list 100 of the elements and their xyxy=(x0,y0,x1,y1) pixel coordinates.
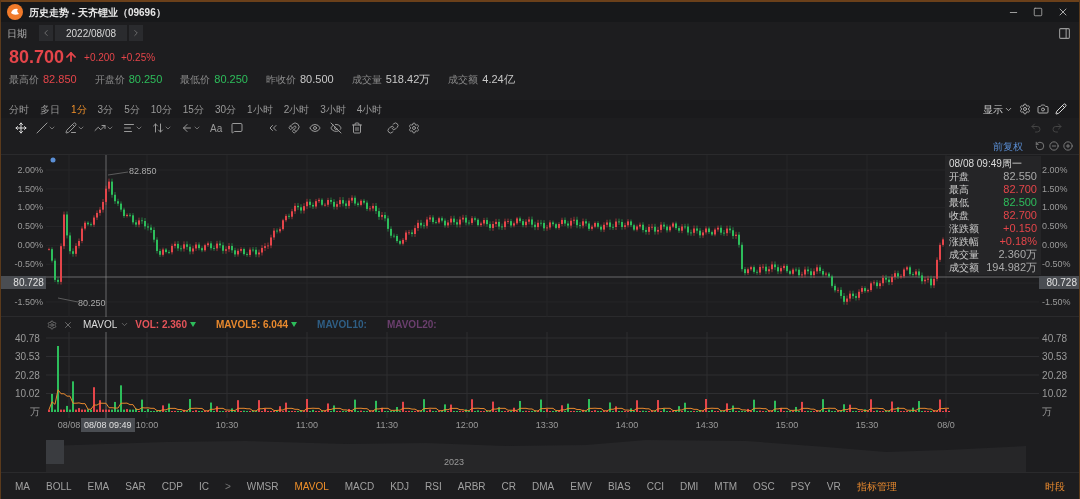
delete-button[interactable] xyxy=(351,122,364,134)
eye-icon xyxy=(309,122,322,134)
period-tab[interactable]: 5分 xyxy=(124,101,140,117)
indicator-tab[interactable]: MA xyxy=(15,478,30,494)
period-tab[interactable]: 10分 xyxy=(150,101,172,117)
axis-label: 0.50% xyxy=(1041,220,1069,233)
indicator-tab[interactable]: EMV xyxy=(570,478,592,494)
indicator-tab[interactable]: MAVOL xyxy=(294,478,329,494)
time-label: 12:00 xyxy=(455,419,479,432)
period-tab[interactable]: 多日 xyxy=(40,101,60,117)
period-tab[interactable]: 1小时 xyxy=(247,101,273,117)
drawing-tool-button[interactable] xyxy=(36,122,56,134)
indicator-scroll-button[interactable]: > xyxy=(224,478,231,494)
lines-icon xyxy=(123,122,135,134)
side-panel-button[interactable] xyxy=(1058,26,1071,40)
period-tab[interactable]: 2小时 xyxy=(283,101,310,117)
axis-label: -0.50% xyxy=(1041,257,1072,270)
stat-value: 80.500 xyxy=(299,71,334,87)
period-tab[interactable]: 3分 xyxy=(97,101,114,117)
drawing-tool-button[interactable] xyxy=(94,122,114,134)
settings-icon xyxy=(408,122,421,134)
magnet-button[interactable] xyxy=(288,122,301,134)
move-tool-button[interactable] xyxy=(15,122,27,134)
camera-button[interactable] xyxy=(1037,103,1049,115)
time-label: 15:00 xyxy=(775,419,799,432)
drawing-tool-button[interactable] xyxy=(65,122,85,134)
price-adjust-link[interactable]: 前复权 xyxy=(993,138,1023,154)
low-price-label: 80.250 xyxy=(78,297,106,310)
close-icon xyxy=(1057,6,1069,18)
period-tab[interactable]: 3小时 xyxy=(320,101,346,117)
indicator-tab[interactable]: CDP xyxy=(161,478,183,494)
time-label: 08/08 xyxy=(57,419,81,432)
indicator-tab[interactable]: DMI xyxy=(679,478,699,494)
caret-icon xyxy=(120,320,130,329)
display-menu-button[interactable]: 显示 xyxy=(983,101,1013,117)
crosshair-price-tag: 80.728 xyxy=(1,276,46,290)
date-field[interactable]: 2022/08/08 xyxy=(55,25,127,41)
indicator-tab[interactable]: MACD xyxy=(344,478,375,494)
trash-icon xyxy=(351,122,364,134)
indicator-tab[interactable]: BIAS xyxy=(607,478,631,494)
text-tool-button[interactable]: Aa xyxy=(210,120,223,136)
line-icon xyxy=(36,122,48,134)
time-label: 11:00 xyxy=(296,419,318,432)
angle-tool-button[interactable] xyxy=(267,122,280,134)
indicator-tab[interactable]: CCI xyxy=(646,478,664,494)
drawing-tool-button[interactable] xyxy=(181,122,201,134)
indicator-manage-link[interactable]: 指标管理 xyxy=(856,478,897,494)
indicator-tab[interactable]: MTM xyxy=(714,478,738,494)
redo-icon xyxy=(1051,122,1063,134)
period-tab[interactable]: 15分 xyxy=(182,101,204,117)
period-tab[interactable]: 分时 xyxy=(9,101,29,117)
indicator-close-button[interactable] xyxy=(63,319,73,330)
time-label: 15:30 xyxy=(855,419,879,432)
indicator-tab[interactable]: KDJ xyxy=(390,478,410,494)
reset-button[interactable] xyxy=(1035,141,1045,151)
indicator-menu-button[interactable]: MAVOL xyxy=(83,317,130,332)
indicator-tab[interactable]: RSI xyxy=(425,478,442,494)
zoom-out-button[interactable] xyxy=(1049,141,1059,151)
drawing-tool-button[interactable] xyxy=(152,122,172,134)
period-tab[interactable]: 30分 xyxy=(214,101,237,117)
indicator-tab[interactable]: EMA xyxy=(87,478,110,494)
axis-label: 1.00% xyxy=(16,201,44,214)
indicator-tab[interactable]: IC xyxy=(198,478,209,494)
stat-value: 4.24亿 xyxy=(482,71,515,87)
session-link[interactable]: 时段 xyxy=(1045,478,1065,494)
indicator-tab[interactable]: ARBR xyxy=(457,478,486,494)
indicator-tab[interactable]: PSY xyxy=(790,478,811,494)
axis-label: 0.50% xyxy=(16,220,44,233)
indicator-tab[interactable]: WMSR xyxy=(246,478,279,494)
indicator-tab[interactable]: CR xyxy=(501,478,516,494)
speech-bubble-icon xyxy=(231,122,244,134)
indicator-tab[interactable]: BOLL xyxy=(46,478,72,494)
period-tab[interactable]: 1分 xyxy=(71,101,87,117)
drawing-tool-button[interactable] xyxy=(123,122,143,134)
range-handle[interactable] xyxy=(46,440,64,464)
tooltip-title: 08/08 09:49周一 xyxy=(949,157,1023,170)
indicator-settings-button[interactable] xyxy=(47,319,57,330)
caret-icon xyxy=(135,124,143,132)
tooltip-value: +0.18% xyxy=(999,235,1037,248)
zoom-in-button[interactable] xyxy=(1063,141,1073,151)
indicator-tab[interactable]: SAR xyxy=(125,478,146,494)
show-drawings-button[interactable] xyxy=(309,122,322,134)
axis-label: 0.00% xyxy=(16,238,44,251)
indicator-tab[interactable]: OSC xyxy=(753,478,775,494)
crosshair-price-tag: 80.728 xyxy=(1039,276,1079,290)
tooltip-value: 82.700 xyxy=(1003,183,1037,196)
pencil-button[interactable] xyxy=(1055,103,1067,115)
tooltip-label: 收盘 xyxy=(949,209,969,222)
legend-entry: VOL: 2.360 xyxy=(135,318,187,332)
indicator-tab[interactable]: DMA xyxy=(532,478,555,494)
toolbar-settings-button[interactable] xyxy=(408,122,421,134)
stat-label: 昨收价 xyxy=(265,72,296,87)
link-button[interactable] xyxy=(387,122,400,134)
camera-icon xyxy=(1037,103,1049,115)
settings-button[interactable] xyxy=(1019,103,1031,115)
period-tab[interactable]: 4小时 xyxy=(356,101,383,117)
indicator-tab[interactable]: VR xyxy=(826,478,841,494)
hide-drawings-button[interactable] xyxy=(330,122,343,134)
tooltip-value: +0.150 xyxy=(1003,222,1037,235)
comment-tool-button[interactable] xyxy=(231,122,244,134)
